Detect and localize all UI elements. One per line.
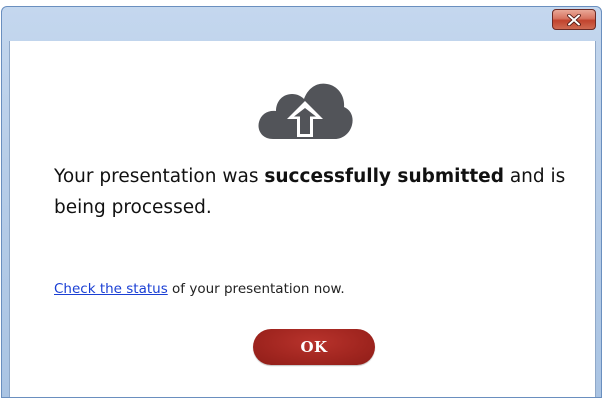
dialog-content: Your presentation was successfully submi…	[9, 41, 599, 397]
check-status-link[interactable]: Check the status	[54, 281, 168, 297]
close-icon	[567, 13, 581, 26]
message-emphasis: successfully submitted	[264, 166, 504, 187]
title-bar[interactable]	[2, 7, 601, 41]
dialog-window: Your presentation was successfully submi…	[1, 6, 602, 398]
message-text-start: Your presentation was	[54, 166, 265, 187]
confirmation-message: Your presentation was successfully submi…	[54, 161, 599, 223]
status-line-text: of your presentation now.	[167, 281, 345, 297]
close-button[interactable]	[552, 9, 596, 30]
status-line: Check the status of your presentation no…	[54, 279, 345, 299]
ok-button[interactable]: OK	[253, 329, 375, 365]
cloud-upload-icon	[258, 83, 353, 139]
